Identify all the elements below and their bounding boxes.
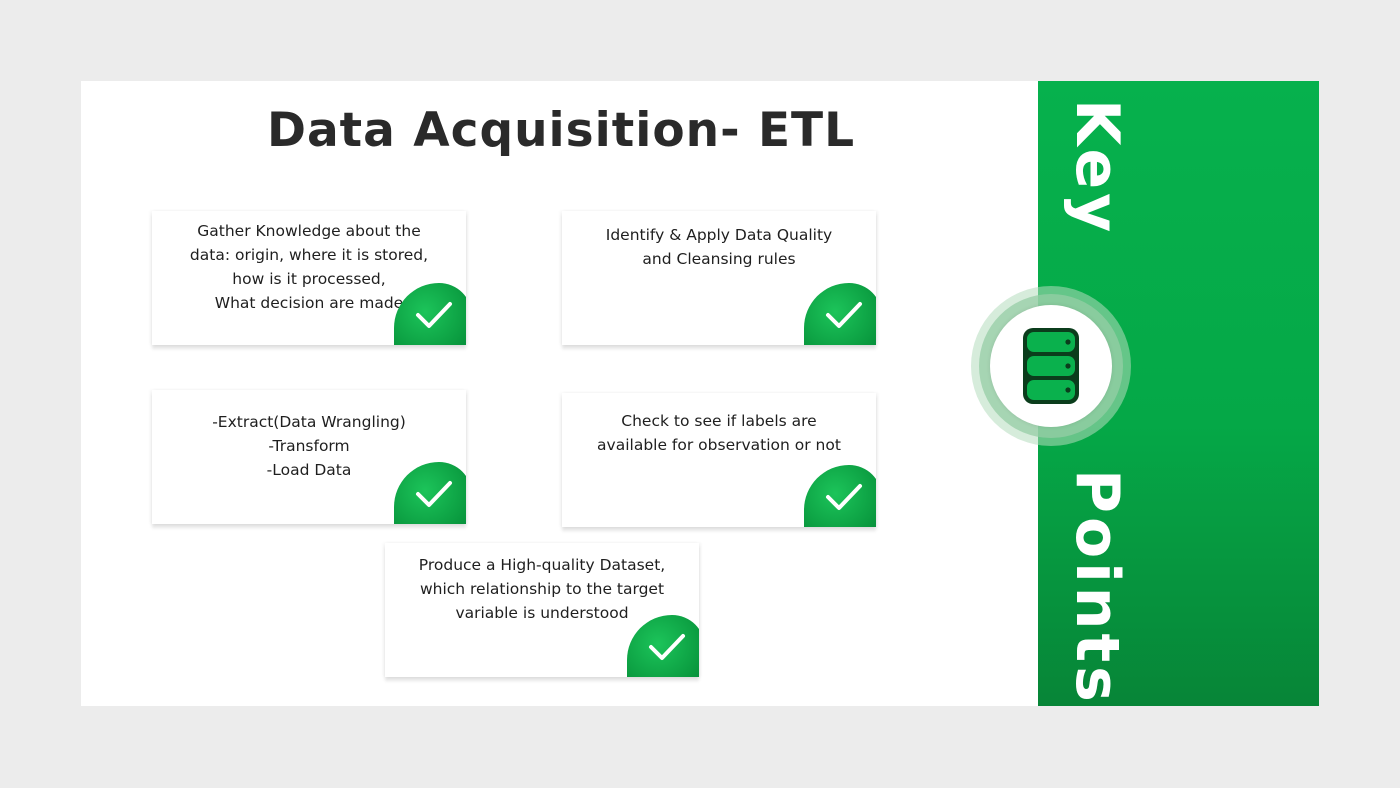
key-point-card: Check to see if labels are available for… — [562, 393, 876, 527]
database-icon — [1023, 328, 1079, 404]
checkmark-icon — [804, 465, 876, 527]
slide-title: Data Acquisition- ETL — [266, 103, 856, 158]
key-point-card: Identify & Apply Data Quality and Cleans… — [562, 211, 876, 345]
banner-word-key: Key — [1062, 99, 1132, 237]
key-point-card: Gather Knowledge about the data: origin,… — [152, 211, 466, 345]
card-text: Check to see if labels are available for… — [597, 412, 841, 454]
key-point-card: Produce a High-quality Dataset, which re… — [385, 543, 699, 677]
card-text: Produce a High-quality Dataset, which re… — [418, 556, 666, 622]
banner-word-points: Points — [1062, 469, 1132, 706]
checkmark-icon — [804, 283, 876, 345]
icon-disc — [990, 305, 1112, 427]
key-point-card: -Extract(Data Wrangling) -Transform -Loa… — [152, 390, 466, 524]
slide: Data Acquisition- ETL Gather Knowledge a… — [81, 81, 1319, 706]
card-text: Identify & Apply Data Quality and Cleans… — [605, 226, 833, 268]
